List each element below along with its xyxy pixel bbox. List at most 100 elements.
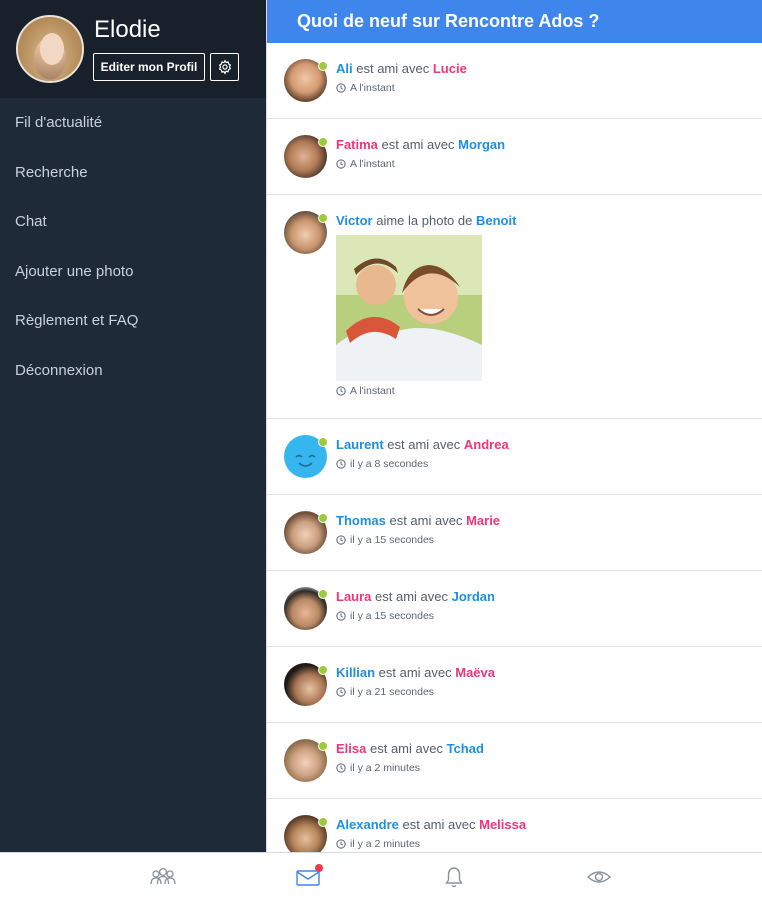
bell-icon: [445, 867, 463, 888]
sidebar-item-chat[interactable]: Chat: [0, 197, 266, 247]
feed-item: Thomas est ami avec Marie il y a 15 seco…: [267, 495, 762, 571]
actor-name-link[interactable]: Alexandre: [336, 817, 399, 832]
clock-icon: [336, 611, 346, 621]
people-icon: [150, 867, 176, 885]
feed-text: Ali est ami avec Lucie: [336, 61, 467, 76]
feed-timestamp: il y a 2 minutes: [336, 762, 420, 774]
feed-timestamp: A l'instant: [336, 385, 395, 397]
feed-verb: est ami avec: [378, 665, 452, 680]
feed-verb: est ami avec: [375, 589, 449, 604]
clock-icon: [336, 83, 346, 93]
feed-item: Elisa est ami avec Tchad il y a 2 minute…: [267, 723, 762, 799]
feed-text: Laurent est ami avec Andrea: [336, 437, 509, 452]
gear-icon: [218, 59, 231, 75]
sidebar-item-ajouter-photo[interactable]: Ajouter une photo: [0, 247, 266, 297]
avatar[interactable]: [16, 15, 84, 83]
feed-photo[interactable]: [336, 235, 482, 381]
sidebar-item-deconnexion[interactable]: Déconnexion: [0, 346, 266, 396]
avatar-face: [40, 33, 64, 65]
feed-timestamp: A l'instant: [336, 158, 395, 170]
photo-image: [336, 235, 482, 381]
online-status-dot: [318, 437, 328, 447]
actor-name-link[interactable]: Ali: [336, 61, 353, 76]
bottom-tab-bar: [0, 852, 762, 900]
feed-text: Alexandre est ami avec Melissa: [336, 817, 526, 832]
actor-name-link[interactable]: Victor: [336, 213, 373, 228]
actor-name-link[interactable]: Killian: [336, 665, 375, 680]
feed-verb: est ami avec: [387, 437, 461, 452]
online-status-dot: [318, 741, 328, 751]
feed-item: Fatima est ami avec Morgan A l'instant: [267, 119, 762, 195]
feed-time-text: A l'instant: [350, 82, 395, 94]
target-name-link[interactable]: Marie: [466, 513, 500, 528]
online-status-dot: [318, 213, 328, 223]
feed-timestamp: il y a 15 secondes: [336, 534, 434, 546]
target-name-link[interactable]: Lucie: [433, 61, 467, 76]
feed-time-text: il y a 15 secondes: [350, 610, 435, 622]
feed-timestamp: il y a 15 secondes: [336, 610, 434, 622]
feed-item: Laura est ami avec Jordan il y a 15 seco…: [267, 571, 762, 647]
target-name-link[interactable]: Maëva: [455, 665, 495, 680]
online-status-dot: [318, 665, 328, 675]
feed-text: Laura est ami avec Jordan: [336, 589, 495, 604]
tab-visits[interactable]: [583, 863, 615, 891]
profile-header: Elodie Editer mon Profil: [0, 0, 266, 98]
clock-icon: [336, 763, 346, 773]
feed-time-text: il y a 2 minutes: [350, 838, 421, 850]
feed-timestamp: il y a 2 minutes: [336, 838, 420, 850]
clock-icon: [336, 535, 346, 545]
tab-messages[interactable]: [292, 863, 324, 891]
feed-time-text: il y a 2 minutes: [350, 762, 421, 774]
main-feed: Quoi de neuf sur Rencontre Ados ? Ali es…: [266, 0, 762, 852]
sidebar-item-fil-actualite[interactable]: Fil d'actualité: [0, 98, 266, 148]
tab-notifications[interactable]: [438, 863, 470, 891]
edit-profile-button[interactable]: Editer mon Profil: [93, 53, 205, 81]
target-name-link[interactable]: Tchad: [447, 741, 484, 756]
feed-verb: est ami avec: [381, 137, 455, 152]
actor-name-link[interactable]: Fatima: [336, 137, 378, 152]
online-status-dot: [318, 61, 328, 71]
tab-friends[interactable]: [147, 863, 179, 891]
feed-text: Elisa est ami avec Tchad: [336, 741, 484, 756]
feed-verb: est ami avec: [389, 513, 463, 528]
feed-timestamp: il y a 8 secondes: [336, 458, 428, 470]
feed-time-text: il y a 15 secondes: [350, 534, 435, 546]
target-name-link[interactable]: Jordan: [452, 589, 495, 604]
target-name-link[interactable]: Melissa: [479, 817, 526, 832]
sidebar-item-reglement-faq[interactable]: Règlement et FAQ: [0, 296, 266, 346]
feed-item: Killian est ami avec Maëva il y a 21 sec…: [267, 647, 762, 723]
actor-name-link[interactable]: Laurent: [336, 437, 384, 452]
feed-time-text: il y a 21 secondes: [350, 686, 435, 698]
clock-icon: [336, 839, 346, 849]
feed-verb: est ami avec: [369, 741, 443, 756]
target-name-link[interactable]: Benoit: [476, 213, 516, 228]
feed-timestamp: A l'instant: [336, 82, 395, 94]
profile-name: Elodie: [94, 16, 161, 43]
eye-icon: [586, 871, 612, 883]
feed-item: Alexandre est ami avec Melissa il y a 2 …: [267, 799, 762, 852]
feed-verb: est ami avec: [356, 61, 430, 76]
feed-time-text: A l'instant: [350, 385, 395, 397]
target-name-link[interactable]: Andrea: [464, 437, 509, 452]
clock-icon: [336, 687, 346, 697]
feed-item: Ali est ami avec Lucie A l'instant: [267, 43, 762, 119]
actor-name-link[interactable]: Elisa: [336, 741, 366, 756]
clock-icon: [336, 159, 346, 169]
actor-name-link[interactable]: Laura: [336, 589, 371, 604]
feed-time-text: A l'instant: [350, 158, 395, 170]
online-status-dot: [318, 137, 328, 147]
online-status-dot: [318, 513, 328, 523]
sidebar-menu: Fil d'actualité Recherche Chat Ajouter u…: [0, 98, 266, 395]
feed-text: Fatima est ami avec Morgan: [336, 137, 505, 152]
online-status-dot: [318, 589, 328, 599]
feed-verb: aime la photo de: [376, 213, 473, 228]
feed-text: Thomas est ami avec Marie: [336, 513, 500, 528]
feed-item: Victor aime la photo de Benoit A l'insta…: [267, 195, 762, 419]
feed-item: Laurent est ami avec Andrea il y a 8 sec…: [267, 419, 762, 495]
feed-time-text: il y a 8 secondes: [350, 458, 429, 470]
settings-button[interactable]: [210, 53, 239, 81]
sidebar: Elodie Editer mon Profil Fil d'actualité…: [0, 0, 266, 852]
actor-name-link[interactable]: Thomas: [336, 513, 386, 528]
sidebar-item-recherche[interactable]: Recherche: [0, 148, 266, 198]
target-name-link[interactable]: Morgan: [458, 137, 505, 152]
